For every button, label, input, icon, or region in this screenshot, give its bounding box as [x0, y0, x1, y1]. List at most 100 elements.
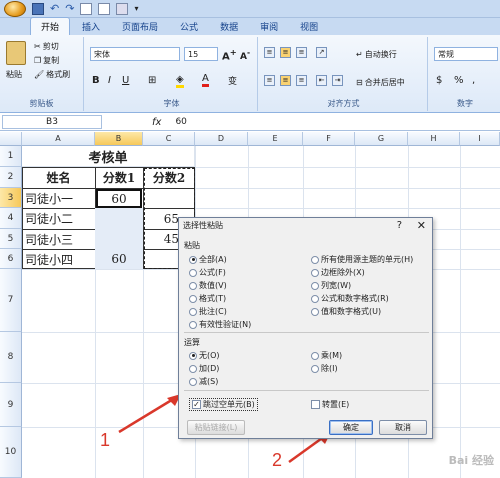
column-header-g[interactable]: G	[355, 132, 408, 146]
row-header-10[interactable]: 10	[0, 427, 22, 478]
header-score1-cell[interactable]: 分数1	[95, 167, 143, 188]
active-cell-b3[interactable]: 60	[96, 189, 142, 208]
undo-icon[interactable]: ↶	[50, 2, 59, 15]
help-icon[interactable]: ?	[397, 220, 402, 231]
number-format-select[interactable]: 常规	[434, 47, 498, 61]
table-cell-name[interactable]: 司徒小三	[22, 229, 95, 249]
cut-button[interactable]: ✂ 剪切	[34, 41, 59, 52]
align-right-icon[interactable]: ≡	[296, 75, 307, 86]
paste-column-widths-option[interactable]: 列宽(W)	[311, 280, 351, 291]
ok-button[interactable]: 确定	[329, 420, 373, 435]
name-box[interactable]: B3	[2, 115, 102, 129]
align-bottom-icon[interactable]: ≡	[296, 47, 307, 58]
table-cell-score1[interactable]	[95, 208, 143, 229]
print-preview-icon[interactable]	[98, 2, 111, 15]
paste-formats-option[interactable]: 格式(T)	[189, 293, 226, 304]
table-cell-name[interactable]: 司徒小二	[22, 208, 95, 229]
column-header-h[interactable]: H	[408, 132, 460, 146]
column-header-i[interactable]: I	[460, 132, 500, 146]
row-header-8[interactable]: 8	[0, 332, 22, 383]
table-cell-name[interactable]: 司徒小一	[22, 188, 95, 208]
transpose-checkbox[interactable]: 转置(E)	[311, 399, 349, 410]
row-header-4[interactable]: 4	[0, 208, 22, 229]
align-left-icon[interactable]: ≡	[264, 75, 275, 86]
column-header-b[interactable]: B	[95, 132, 143, 146]
font-color-icon[interactable]: A	[202, 73, 209, 87]
skip-blanks-checkbox[interactable]: ✓ 跳过空单元(B)	[189, 398, 258, 411]
office-button[interactable]	[4, 0, 26, 17]
paste-source-theme-option[interactable]: 所有使用源主题的单元(H)	[311, 254, 413, 265]
save-icon[interactable]	[32, 2, 44, 15]
table-cell-score1[interactable]: 60	[95, 249, 143, 269]
paste-icon[interactable]	[6, 41, 26, 65]
tab-review[interactable]: 审阅	[250, 18, 288, 35]
bold-icon[interactable]: B	[92, 75, 100, 86]
tab-data[interactable]: 数据	[210, 18, 248, 35]
column-header-a[interactable]: A	[22, 132, 95, 146]
table-cell-name[interactable]: 司徒小四	[22, 249, 95, 269]
cancel-button[interactable]: 取消	[379, 420, 427, 435]
customize-toolbar-icon[interactable]: ▾	[134, 4, 138, 13]
paste-link-button[interactable]: 粘贴链接(L)	[187, 420, 245, 435]
row-header-6[interactable]: 6	[0, 249, 22, 269]
align-center-icon[interactable]: ≡	[280, 75, 291, 86]
format-painter-button[interactable]: 🖌 格式刷	[34, 69, 70, 80]
operation-divide-option[interactable]: 除(I)	[311, 363, 338, 374]
column-header-d[interactable]: D	[195, 132, 248, 146]
header-name-cell[interactable]: 姓名	[22, 167, 95, 188]
tab-home[interactable]: 开始	[30, 17, 71, 35]
shrink-font-icon[interactable]: A-	[240, 48, 250, 62]
table-cell-score1[interactable]	[95, 229, 143, 249]
close-icon[interactable]: ✕	[417, 219, 426, 232]
paste-comments-option[interactable]: 批注(C)	[189, 306, 227, 317]
paste-validation-option[interactable]: 有效性验证(N)	[189, 319, 251, 330]
row-header-1[interactable]: 1	[0, 146, 22, 167]
column-header-c[interactable]: C	[143, 132, 195, 146]
select-all-corner[interactable]	[0, 132, 22, 146]
row-header-9[interactable]: 9	[0, 383, 22, 427]
phonetic-icon[interactable]: 变	[228, 74, 237, 87]
percent-icon[interactable]: %	[454, 75, 464, 86]
merge-center-button[interactable]: ⊟ 合并后居中	[356, 77, 405, 88]
grow-font-icon[interactable]: A+	[222, 47, 237, 62]
paste-no-borders-option[interactable]: 边框除外(X)	[311, 267, 365, 278]
italic-icon[interactable]: I	[108, 75, 111, 86]
tab-formulas[interactable]: 公式	[170, 18, 208, 35]
fill-color-icon[interactable]: ◈	[176, 74, 184, 88]
column-header-e[interactable]: E	[248, 132, 303, 146]
font-name-select[interactable]: 宋体	[90, 47, 180, 61]
paste-values-number-formats-option[interactable]: 值和数字格式(U)	[311, 306, 381, 317]
sheet-title-cell[interactable]: 考核单	[22, 146, 195, 167]
orientation-icon[interactable]: ↗	[316, 47, 327, 58]
operation-none-option[interactable]: 无(O)	[189, 350, 220, 361]
font-size-select[interactable]: 15	[184, 47, 218, 61]
wrap-text-button[interactable]: ↵ 自动换行	[356, 49, 397, 60]
paste-button[interactable]: 粘贴	[6, 69, 22, 80]
tab-view[interactable]: 视图	[290, 18, 328, 35]
border-icon[interactable]: ⊞	[148, 75, 156, 86]
decrease-indent-icon[interactable]: ⇤	[316, 75, 327, 86]
currency-icon[interactable]: $	[436, 75, 442, 86]
redo-icon[interactable]: ↷	[65, 2, 74, 15]
row-header-3[interactable]: 3	[0, 188, 22, 208]
align-top-icon[interactable]: ≡	[264, 47, 275, 58]
comma-style-icon[interactable]: ,	[472, 75, 475, 86]
align-middle-icon[interactable]: ≡	[280, 47, 291, 58]
row-header-7[interactable]: 7	[0, 269, 22, 332]
column-header-f[interactable]: F	[303, 132, 355, 146]
tab-page-layout[interactable]: 页面布局	[112, 18, 168, 35]
operation-multiply-option[interactable]: 乘(M)	[311, 350, 342, 361]
fx-icon[interactable]: fx	[152, 117, 161, 128]
tab-insert[interactable]: 插入	[72, 18, 110, 35]
paste-formulas-option[interactable]: 公式(F)	[189, 267, 226, 278]
row-header-2[interactable]: 2	[0, 167, 22, 188]
paste-formulas-number-formats-option[interactable]: 公式和数字格式(R)	[311, 293, 389, 304]
copy-button[interactable]: ❐ 复制	[34, 55, 59, 66]
new-file-icon[interactable]	[80, 2, 93, 15]
row-header-5[interactable]: 5	[0, 229, 22, 249]
operation-subtract-option[interactable]: 减(S)	[189, 376, 218, 387]
formula-input[interactable]: 60	[175, 117, 186, 127]
underline-icon[interactable]: U	[122, 75, 129, 86]
operation-add-option[interactable]: 加(D)	[189, 363, 219, 374]
print-icon[interactable]	[116, 2, 129, 15]
